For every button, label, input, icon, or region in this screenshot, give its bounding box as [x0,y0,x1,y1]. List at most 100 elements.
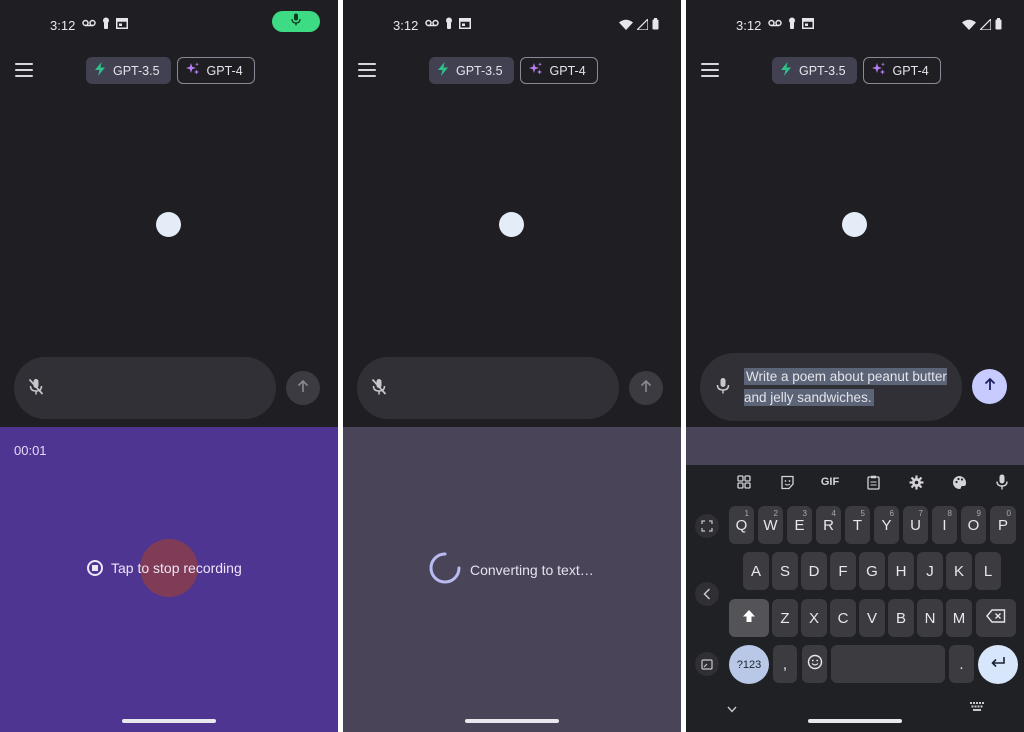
gpt35-label: GPT-3.5 [456,63,503,78]
key-w[interactable]: W2 [758,506,783,544]
message-input[interactable] [14,357,276,419]
key-n[interactable]: N [917,599,943,637]
gpt35-chip[interactable]: GPT-3.5 [86,57,171,84]
mic-icon[interactable] [716,377,730,400]
recording-area[interactable]: 00:01 Tap to stop recording [0,427,338,732]
mic-off-icon[interactable] [371,378,387,401]
key-h[interactable]: H [888,552,914,590]
key-s[interactable]: S [772,552,798,590]
shift-key[interactable] [729,599,769,637]
gpt35-chip[interactable]: GPT-3.5 [429,57,514,84]
key-o[interactable]: O9 [961,506,986,544]
signal-icon [978,17,992,35]
battery-icon [995,17,1002,35]
symbols-key[interactable]: ?123 [729,645,769,684]
key-z[interactable]: Z [772,599,798,637]
key-q[interactable]: Q1 [729,506,754,544]
clipboard-icon[interactable] [859,471,887,493]
battery-icon [652,17,659,35]
emoji-key[interactable] [802,645,827,683]
keyboard-toolbar: GIF [686,465,1024,499]
key-p[interactable]: P0 [990,506,1016,544]
gpt4-label: GPT-4 [206,63,243,78]
voicemail-icon [768,18,782,28]
recording-mic-indicator[interactable] [272,11,320,32]
calendar-icon [116,17,128,29]
key-a[interactable]: A [743,552,769,590]
apps-icon[interactable] [730,471,758,493]
lightning-icon [780,62,792,79]
spinner-icon [428,551,462,588]
home-indicator[interactable] [465,719,559,723]
key-g[interactable]: G [859,552,885,590]
keyhole-icon [445,17,453,29]
expand-keyboard-icon[interactable] [695,514,719,538]
resize-keyboard-icon[interactable] [695,652,719,676]
sparkle-icon [871,62,886,79]
home-indicator[interactable] [122,719,216,723]
key-b[interactable]: B [888,599,914,637]
voice-input-mic-icon[interactable] [988,471,1016,493]
enter-key[interactable] [978,645,1018,684]
send-button[interactable] [629,371,663,405]
period-key[interactable]: . [949,645,974,683]
stop-recording-label: Tap to stop recording [111,560,242,576]
key-y[interactable]: Y6 [874,506,899,544]
status-bar: 3:12 [686,0,1024,50]
gpt4-label: GPT-4 [892,63,929,78]
backspace-key[interactable] [976,599,1016,637]
chevron-down-icon[interactable] [727,700,737,718]
menu-icon[interactable] [358,63,376,77]
send-button[interactable] [286,371,320,405]
menu-icon[interactable] [701,63,719,77]
menu-icon[interactable] [15,63,33,77]
stop-recording-button[interactable]: Tap to stop recording [87,560,242,576]
key-j[interactable]: J [917,552,943,590]
key-r[interactable]: R4 [816,506,841,544]
settings-gear-icon[interactable] [902,471,930,493]
key-c[interactable]: C [830,599,856,637]
message-input[interactable]: Write a poem about peanut butter and jel… [700,353,962,421]
selected-message-text: Write a poem about peanut butter and jel… [744,368,947,406]
key-l[interactable]: L [975,552,1001,590]
mic-off-icon[interactable] [28,378,44,401]
key-u[interactable]: U7 [903,506,928,544]
home-indicator[interactable] [808,719,902,723]
palette-icon[interactable] [945,471,973,493]
key-v[interactable]: V [859,599,885,637]
shift-arrow-icon [742,609,756,627]
message-input[interactable] [357,357,619,419]
key-e[interactable]: E3 [787,506,812,544]
chevron-left-icon[interactable] [695,582,719,606]
gpt35-chip[interactable]: GPT-3.5 [772,57,857,84]
gif-button[interactable]: GIF [816,471,844,493]
sparkle-icon [528,62,543,79]
gpt35-label: GPT-3.5 [799,63,846,78]
keyboard-switch-icon[interactable] [970,698,984,716]
send-button[interactable] [972,369,1007,404]
key-d[interactable]: D [801,552,827,590]
gpt4-label: GPT-4 [549,63,586,78]
gpt4-chip[interactable]: GPT-4 [176,57,255,84]
arrow-up-icon [639,379,653,398]
space-key[interactable] [831,645,945,683]
key-f[interactable]: F [830,552,856,590]
wifi-icon [619,17,633,35]
model-selector: GPT-3.5 GPT-4 [429,57,598,84]
key-x[interactable]: X [801,599,827,637]
status-time: 3:12 [736,18,762,33]
gpt35-label: GPT-3.5 [113,63,160,78]
gpt4-chip[interactable]: GPT-4 [862,57,941,84]
gpt4-chip[interactable]: GPT-4 [519,57,598,84]
key-m[interactable]: M [946,599,972,637]
keyboard: GIF Q1 W2 E3 R4 T5 Y 6 U 7 I 8 O 9 P 0 A… [686,465,1024,732]
key-k[interactable]: K [946,552,972,590]
sticker-icon[interactable] [773,471,801,493]
key-t[interactable]: T5 [845,506,870,544]
model-selector: GPT-3.5 GPT-4 [86,57,255,84]
comma-key[interactable]: , [773,645,797,683]
mic-icon [291,13,301,31]
key-i[interactable]: I8 [932,506,957,544]
message-text[interactable]: Write a poem about peanut butter and jel… [744,366,954,408]
screen-text-entered: 3:12 GPT-3.5 GPT-4 Write a poem about pe… [686,0,1024,732]
